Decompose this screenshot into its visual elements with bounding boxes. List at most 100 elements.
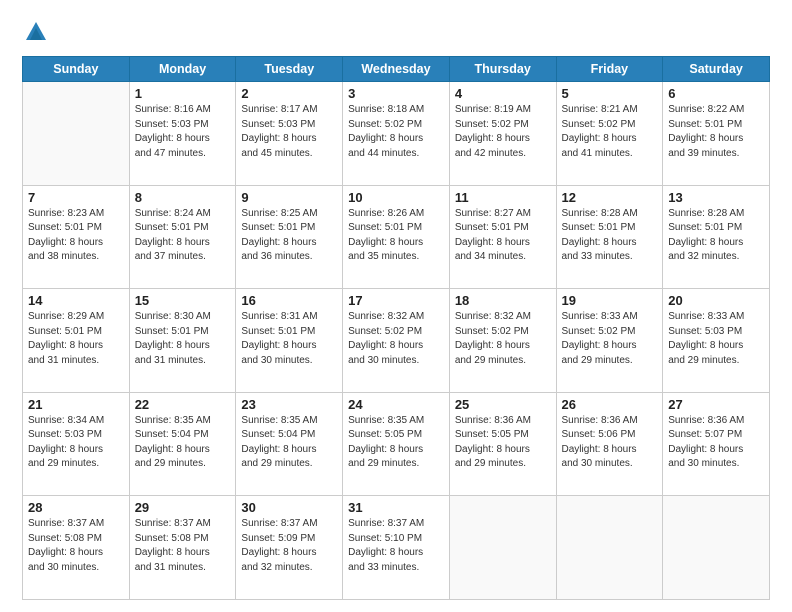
- calendar-cell: 12 Sunrise: 8:28 AM Sunset: 5:01 PM Dayli…: [556, 185, 663, 289]
- calendar-week-row: 21 Sunrise: 8:34 AM Sunset: 5:03 PM Dayli…: [23, 392, 770, 496]
- cell-info: Sunrise: 8:22 AM Sunset: 5:01 PM Dayligh…: [668, 103, 764, 161]
- calendar-cell: [556, 496, 663, 600]
- cell-info: Sunrise: 8:18 AM Sunset: 5:02 PM Dayligh…: [348, 103, 444, 161]
- calendar-cell: 31 Sunrise: 8:37 AM Sunset: 5:10 PM Dayli…: [343, 496, 450, 600]
- cell-info: Sunrise: 8:27 AM Sunset: 5:01 PM Dayligh…: [455, 207, 551, 265]
- cell-info: Sunrise: 8:23 AM Sunset: 5:01 PM Dayligh…: [28, 207, 124, 265]
- day-number: 30: [241, 500, 337, 515]
- calendar-header: SundayMondayTuesdayWednesdayThursdayFrid…: [23, 57, 770, 82]
- calendar-cell: 14 Sunrise: 8:29 AM Sunset: 5:01 PM Dayli…: [23, 289, 130, 393]
- day-number: 20: [668, 293, 764, 308]
- day-number: 16: [241, 293, 337, 308]
- calendar-cell: 29 Sunrise: 8:37 AM Sunset: 5:08 PM Dayli…: [129, 496, 236, 600]
- day-number: 22: [135, 397, 231, 412]
- weekday-header: Wednesday: [343, 57, 450, 82]
- logo: [22, 18, 54, 46]
- day-number: 5: [562, 86, 658, 101]
- cell-info: Sunrise: 8:35 AM Sunset: 5:05 PM Dayligh…: [348, 414, 444, 472]
- calendar-cell: 1 Sunrise: 8:16 AM Sunset: 5:03 PM Daylig…: [129, 82, 236, 186]
- cell-info: Sunrise: 8:36 AM Sunset: 5:07 PM Dayligh…: [668, 414, 764, 472]
- cell-info: Sunrise: 8:16 AM Sunset: 5:03 PM Dayligh…: [135, 103, 231, 161]
- weekday-header: Monday: [129, 57, 236, 82]
- logo-icon: [22, 18, 50, 46]
- day-number: 15: [135, 293, 231, 308]
- day-number: 13: [668, 190, 764, 205]
- day-number: 26: [562, 397, 658, 412]
- calendar-cell: 13 Sunrise: 8:28 AM Sunset: 5:01 PM Dayli…: [663, 185, 770, 289]
- calendar-cell: 6Sunrise: 8:22 AM Sunset: 5:01 PM Daylig…: [663, 82, 770, 186]
- cell-info: Sunrise: 8:30 AM Sunset: 5:01 PM Dayligh…: [135, 310, 231, 368]
- calendar-cell: [663, 496, 770, 600]
- calendar-week-row: 1 Sunrise: 8:16 AM Sunset: 5:03 PM Daylig…: [23, 82, 770, 186]
- day-number: 8: [135, 190, 231, 205]
- calendar-cell: 27 Sunrise: 8:36 AM Sunset: 5:07 PM Dayli…: [663, 392, 770, 496]
- day-number: 7: [28, 190, 124, 205]
- calendar-cell: 28Sunrise: 8:37 AM Sunset: 5:08 PM Dayli…: [23, 496, 130, 600]
- calendar-cell: 19Sunrise: 8:33 AM Sunset: 5:02 PM Dayli…: [556, 289, 663, 393]
- day-number: 14: [28, 293, 124, 308]
- cell-info: Sunrise: 8:35 AM Sunset: 5:04 PM Dayligh…: [241, 414, 337, 472]
- cell-info: Sunrise: 8:26 AM Sunset: 5:01 PM Dayligh…: [348, 207, 444, 265]
- page: SundayMondayTuesdayWednesdayThursdayFrid…: [0, 0, 792, 612]
- calendar: SundayMondayTuesdayWednesdayThursdayFrid…: [22, 56, 770, 600]
- cell-info: Sunrise: 8:24 AM Sunset: 5:01 PM Dayligh…: [135, 207, 231, 265]
- calendar-cell: 23Sunrise: 8:35 AM Sunset: 5:04 PM Dayli…: [236, 392, 343, 496]
- calendar-cell: [449, 496, 556, 600]
- day-number: 24: [348, 397, 444, 412]
- calendar-cell: 10Sunrise: 8:26 AM Sunset: 5:01 PM Dayli…: [343, 185, 450, 289]
- calendar-cell: 2 Sunrise: 8:17 AM Sunset: 5:03 PM Daylig…: [236, 82, 343, 186]
- cell-info: Sunrise: 8:33 AM Sunset: 5:02 PM Dayligh…: [562, 310, 658, 368]
- calendar-cell: 15 Sunrise: 8:30 AM Sunset: 5:01 PM Dayli…: [129, 289, 236, 393]
- cell-info: Sunrise: 8:32 AM Sunset: 5:02 PM Dayligh…: [348, 310, 444, 368]
- day-number: 1: [135, 86, 231, 101]
- weekday-header: Friday: [556, 57, 663, 82]
- calendar-cell: 7 Sunrise: 8:23 AM Sunset: 5:01 PM Daylig…: [23, 185, 130, 289]
- cell-info: Sunrise: 8:17 AM Sunset: 5:03 PM Dayligh…: [241, 103, 337, 161]
- day-number: 21: [28, 397, 124, 412]
- weekday-row: SundayMondayTuesdayWednesdayThursdayFrid…: [23, 57, 770, 82]
- calendar-cell: 17Sunrise: 8:32 AM Sunset: 5:02 PM Dayli…: [343, 289, 450, 393]
- day-number: 25: [455, 397, 551, 412]
- day-number: 27: [668, 397, 764, 412]
- cell-info: Sunrise: 8:32 AM Sunset: 5:02 PM Dayligh…: [455, 310, 551, 368]
- cell-info: Sunrise: 8:25 AM Sunset: 5:01 PM Dayligh…: [241, 207, 337, 265]
- calendar-cell: 11 Sunrise: 8:27 AM Sunset: 5:01 PM Dayli…: [449, 185, 556, 289]
- calendar-cell: 18 Sunrise: 8:32 AM Sunset: 5:02 PM Dayli…: [449, 289, 556, 393]
- cell-info: Sunrise: 8:28 AM Sunset: 5:01 PM Dayligh…: [562, 207, 658, 265]
- calendar-cell: 5 Sunrise: 8:21 AM Sunset: 5:02 PM Daylig…: [556, 82, 663, 186]
- cell-info: Sunrise: 8:36 AM Sunset: 5:06 PM Dayligh…: [562, 414, 658, 472]
- cell-info: Sunrise: 8:36 AM Sunset: 5:05 PM Dayligh…: [455, 414, 551, 472]
- cell-info: Sunrise: 8:37 AM Sunset: 5:09 PM Dayligh…: [241, 517, 337, 575]
- day-number: 2: [241, 86, 337, 101]
- cell-info: Sunrise: 8:21 AM Sunset: 5:02 PM Dayligh…: [562, 103, 658, 161]
- header: [22, 18, 770, 46]
- calendar-week-row: 28 Sunrise: 8:37 AM Sunset: 5:08 PM Dayli…: [23, 496, 770, 600]
- day-number: 29: [135, 500, 231, 515]
- calendar-cell: 30 Sunrise: 8:37 AM Sunset: 5:09 PM Dayli…: [236, 496, 343, 600]
- day-number: 11: [455, 190, 551, 205]
- day-number: 12: [562, 190, 658, 205]
- calendar-cell: 26 Sunrise: 8:36 AM Sunset: 5:06 PM Dayli…: [556, 392, 663, 496]
- calendar-cell: 22 Sunrise: 8:35 AM Sunset: 5:04 PM Dayli…: [129, 392, 236, 496]
- calendar-body: 1 Sunrise: 8:16 AM Sunset: 5:03 PM Daylig…: [23, 82, 770, 600]
- calendar-cell: 25 Sunrise: 8:36 AM Sunset: 5:05 PM Dayli…: [449, 392, 556, 496]
- calendar-cell: [23, 82, 130, 186]
- day-number: 31: [348, 500, 444, 515]
- day-number: 28: [28, 500, 124, 515]
- cell-info: Sunrise: 8:33 AM Sunset: 5:03 PM Dayligh…: [668, 310, 764, 368]
- cell-info: Sunrise: 8:28 AM Sunset: 5:01 PM Dayligh…: [668, 207, 764, 265]
- cell-info: Sunrise: 8:29 AM Sunset: 5:01 PM Dayligh…: [28, 310, 124, 368]
- calendar-week-row: 7 Sunrise: 8:23 AM Sunset: 5:01 PM Daylig…: [23, 185, 770, 289]
- day-number: 3: [348, 86, 444, 101]
- calendar-cell: 21 Sunrise: 8:34 AM Sunset: 5:03 PM Dayli…: [23, 392, 130, 496]
- cell-info: Sunrise: 8:31 AM Sunset: 5:01 PM Dayligh…: [241, 310, 337, 368]
- weekday-header: Saturday: [663, 57, 770, 82]
- cell-info: Sunrise: 8:35 AM Sunset: 5:04 PM Dayligh…: [135, 414, 231, 472]
- cell-info: Sunrise: 8:19 AM Sunset: 5:02 PM Dayligh…: [455, 103, 551, 161]
- day-number: 18: [455, 293, 551, 308]
- cell-info: Sunrise: 8:34 AM Sunset: 5:03 PM Dayligh…: [28, 414, 124, 472]
- cell-info: Sunrise: 8:37 AM Sunset: 5:10 PM Dayligh…: [348, 517, 444, 575]
- calendar-cell: 20 Sunrise: 8:33 AM Sunset: 5:03 PM Dayli…: [663, 289, 770, 393]
- cell-info: Sunrise: 8:37 AM Sunset: 5:08 PM Dayligh…: [135, 517, 231, 575]
- calendar-cell: 24 Sunrise: 8:35 AM Sunset: 5:05 PM Dayli…: [343, 392, 450, 496]
